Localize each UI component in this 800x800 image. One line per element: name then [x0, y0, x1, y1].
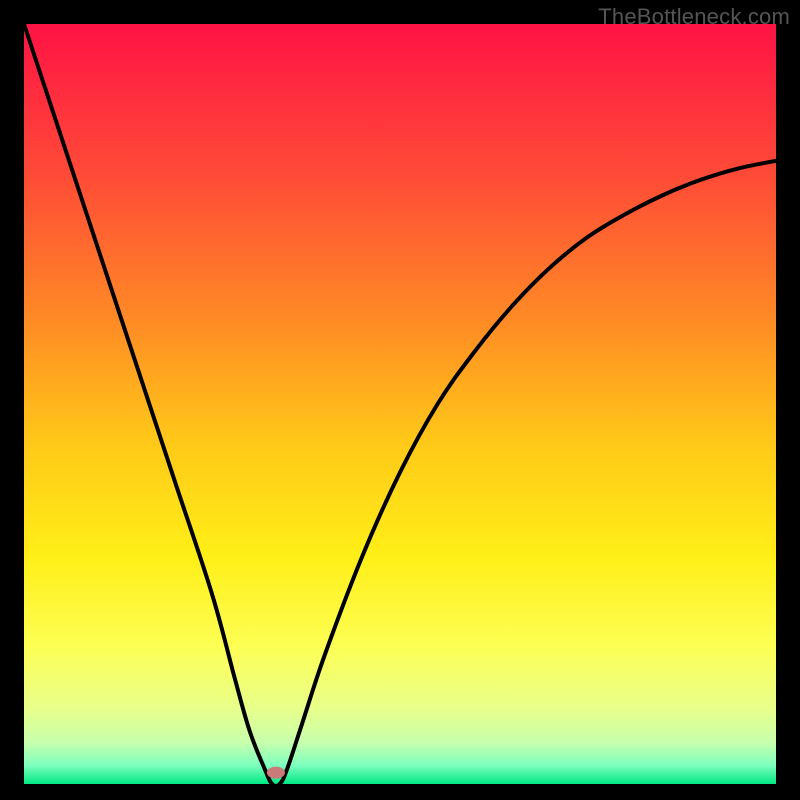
optimal-point-marker [267, 767, 285, 779]
chart-frame: TheBottleneck.com [0, 0, 800, 800]
plot-background [24, 24, 776, 784]
bottleneck-plot [24, 24, 776, 784]
